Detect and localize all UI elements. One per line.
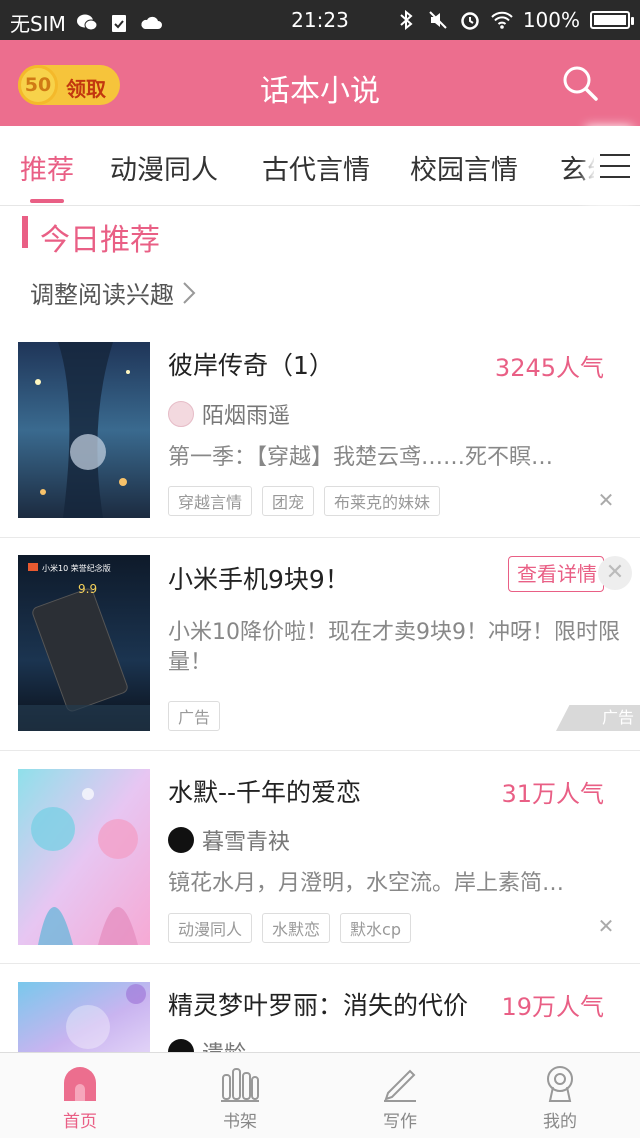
nav-home[interactable]: 首页 xyxy=(40,1063,120,1132)
book-cover[interactable] xyxy=(18,769,150,945)
book-title[interactable]: 精灵梦叶罗丽：消失的代价 xyxy=(168,986,468,1022)
nav-home-label: 首页 xyxy=(63,1112,97,1132)
book-title[interactable]: 彼岸传奇（1） xyxy=(168,346,334,382)
book-description: 第一季：【穿越】我楚云鸢……死不瞑… xyxy=(168,445,554,470)
tag-list: 广告 xyxy=(168,701,221,731)
tag-list: 穿越言情 团宠 布莱克的妹妹 xyxy=(168,486,441,516)
ad-cover-text: 小米10 荣誉纪念版 xyxy=(42,563,111,573)
bookshelf-icon xyxy=(221,1068,259,1102)
section-marker xyxy=(22,216,28,248)
tag[interactable]: 穿越言情 xyxy=(168,486,253,516)
mute-icon xyxy=(429,11,447,29)
nav-write[interactable]: 写作 xyxy=(360,1063,440,1132)
author-avatar xyxy=(168,401,194,427)
tab-recommend[interactable]: 推荐 xyxy=(20,148,74,187)
app-header: 50 领取 话本小说 xyxy=(0,40,640,126)
author-row[interactable]: 暮雪青袂 xyxy=(168,824,290,856)
tag[interactable]: 水默恋 xyxy=(262,913,331,943)
battery-percent: 100% xyxy=(522,8,580,32)
ad-description: 小米10降价啦！现在才卖9块9！冲呀！限时限量！ xyxy=(168,620,620,675)
ad-title[interactable]: 小米手机9块9！ xyxy=(168,560,350,596)
popularity-count: 19万人气 xyxy=(501,993,604,1021)
battery-fill xyxy=(594,15,626,25)
ad-cover-price: 9.9 xyxy=(78,582,97,596)
home-icon xyxy=(64,1067,96,1101)
pen-icon xyxy=(384,1069,416,1102)
tag-list: 动漫同人 水默恋 默水cp xyxy=(168,913,411,943)
tab-ancient-romance[interactable]: 古代言情 xyxy=(262,148,370,187)
popularity-count: 31万人气 xyxy=(501,780,604,808)
book-cover[interactable] xyxy=(18,982,150,1052)
book-description: 镜花水月，月澄明，水空流。岸上素简… xyxy=(168,871,565,896)
nav-bookshelf[interactable]: 书架 xyxy=(200,1063,280,1132)
ad-tag: 广告 xyxy=(168,701,221,731)
divider xyxy=(0,750,640,751)
adjust-interests-link[interactable]: 调整阅读兴趣 xyxy=(30,275,196,310)
battery-icon xyxy=(590,11,634,29)
bluetooth-icon xyxy=(400,10,413,30)
active-tab-indicator xyxy=(30,199,64,203)
tag[interactable]: 布莱克的妹妹 xyxy=(324,486,441,516)
tab-anime-fanfic[interactable]: 动漫同人 xyxy=(110,148,218,187)
status-right: 100% xyxy=(395,8,634,32)
adjust-interests-label: 调整阅读兴趣 xyxy=(30,281,174,309)
ad-close-icon[interactable]: ✕ xyxy=(598,556,632,590)
book-title[interactable]: 水默--千年的爱恋 xyxy=(168,773,361,809)
tab-menu-icon[interactable] xyxy=(594,126,640,204)
search-icon[interactable] xyxy=(560,63,600,103)
app-title: 话本小说 xyxy=(260,74,380,109)
tag[interactable]: 默水cp xyxy=(340,913,411,943)
section-title: 今日推荐 xyxy=(40,223,160,258)
nav-profile[interactable]: 我的 xyxy=(520,1063,600,1132)
tag[interactable]: 动漫同人 xyxy=(168,913,253,943)
nav-profile-label: 我的 xyxy=(543,1112,577,1132)
tab-campus-romance[interactable]: 校园言情 xyxy=(410,148,518,187)
author-name: 暮雪青袂 xyxy=(202,830,291,855)
nav-write-label: 写作 xyxy=(383,1112,417,1132)
dismiss-icon[interactable]: ✕ xyxy=(596,490,616,510)
alarm-icon xyxy=(461,12,479,30)
dismiss-icon[interactable]: ✕ xyxy=(596,916,616,936)
book-cover[interactable] xyxy=(18,342,150,518)
nav-bookshelf-label: 书架 xyxy=(223,1112,257,1132)
chevron-right-icon xyxy=(183,281,196,304)
wifi-icon xyxy=(491,11,513,29)
profile-icon xyxy=(547,1066,573,1102)
popularity-count: 3245人气 xyxy=(494,354,604,382)
ad-mark-badge: 广告 xyxy=(556,705,640,731)
divider xyxy=(0,963,640,964)
divider xyxy=(0,537,640,538)
author-row[interactable]: 陌烟雨遥 xyxy=(168,398,290,430)
tag[interactable]: 团宠 xyxy=(262,486,315,516)
ad-cover[interactable]: 小米10 荣誉纪念版 9.9 xyxy=(18,555,150,731)
bottom-navigation: 首页 书架 写作 我的 xyxy=(0,1052,640,1138)
status-bar: 无SIM 21:23 100% xyxy=(0,0,640,40)
author-avatar xyxy=(168,827,194,853)
category-tabs: 推荐 动漫同人 古代言情 校园言情 玄幻 xyxy=(0,126,640,206)
view-details-button[interactable]: 查看详情 xyxy=(508,556,604,592)
author-name: 陌烟雨遥 xyxy=(202,404,291,429)
